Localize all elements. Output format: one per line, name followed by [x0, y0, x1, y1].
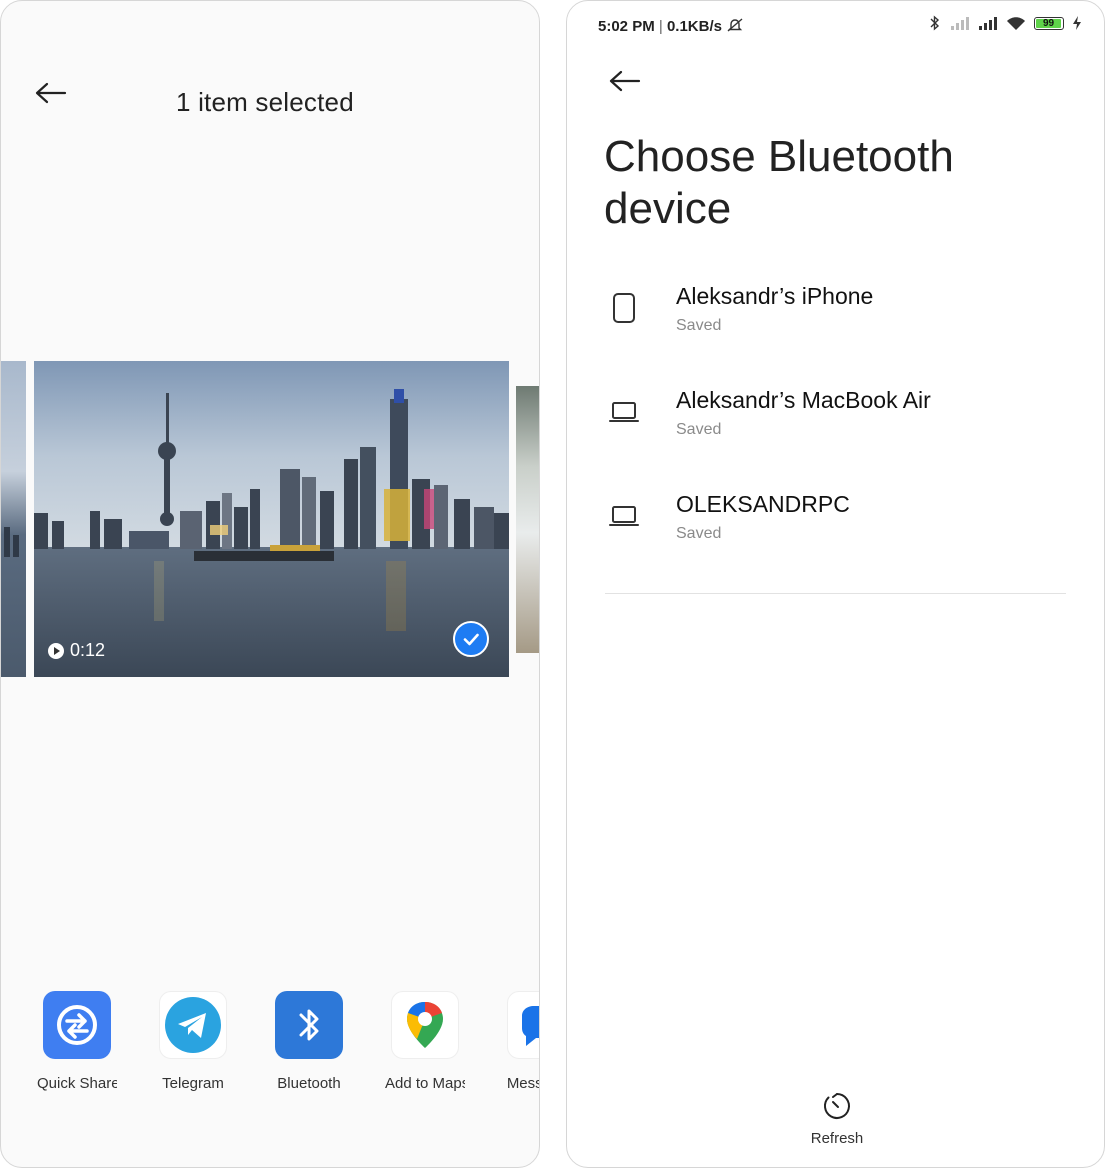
charging-icon	[1073, 16, 1081, 30]
google-maps-icon	[391, 991, 459, 1059]
device-status: Saved	[676, 525, 722, 542]
share-app-quick-share[interactable]: Quick Share	[27, 991, 127, 1092]
duration-text: 0:12	[70, 640, 106, 660]
back-button[interactable]	[607, 67, 643, 95]
status-time: 5:02 PM	[598, 18, 655, 35]
telegram-icon	[159, 991, 227, 1059]
status-bar: 5:02 PM | 0.1KB/s 99	[567, 1, 1104, 51]
refresh-label: Refresh	[810, 1130, 864, 1147]
checkmark-icon	[463, 633, 479, 646]
laptop-icon	[609, 506, 639, 526]
city-skyline-image	[34, 361, 509, 677]
device-item-macbook-air[interactable]: Aleksandr’s MacBook Air Saved	[567, 381, 1104, 461]
phone-icon	[613, 293, 635, 323]
previous-media-thumbnail[interactable]	[1, 361, 26, 677]
device-item-oleksandrpc[interactable]: OLEKSANDRPC Saved	[567, 485, 1104, 565]
device-name: Aleksandr’s MacBook Air	[676, 387, 931, 413]
status-right: 99	[928, 15, 1082, 31]
refresh-button[interactable]: Refresh	[787, 1091, 887, 1147]
device-name: Aleksandr’s iPhone	[676, 283, 874, 309]
laptop-icon	[609, 402, 639, 422]
back-arrow-icon	[609, 70, 641, 92]
quick-share-icon	[43, 991, 111, 1059]
wifi-icon	[1007, 16, 1025, 30]
share-screen: 1 item selected 0:12 Quick Share Telegra…	[0, 0, 540, 1168]
app-label: Telegram	[162, 1075, 224, 1092]
back-arrow-icon	[35, 82, 67, 104]
share-app-telegram[interactable]: Telegram	[143, 991, 243, 1092]
app-label: Messages	[506, 1075, 540, 1092]
device-status: Saved	[676, 421, 722, 438]
share-app-bluetooth[interactable]: Bluetooth	[259, 991, 359, 1092]
bluetooth-status-icon	[930, 15, 940, 31]
app-label: Bluetooth	[277, 1075, 341, 1092]
status-left: 5:02 PM | 0.1KB/s	[598, 17, 744, 35]
back-button[interactable]	[33, 79, 69, 107]
messages-icon	[507, 991, 539, 1059]
share-app-messages[interactable]: Messages	[491, 991, 540, 1092]
network-speed: 0.1KB/s	[666, 18, 722, 35]
share-apps-row: Quick Share Telegram Bluetooth Add to Ma…	[1, 991, 540, 1101]
play-icon	[48, 642, 64, 659]
signal-icon	[979, 17, 997, 30]
bluetooth-screen: 5:02 PM | 0.1KB/s 99 Choose Bluetooth de…	[566, 0, 1105, 1168]
selected-checkmark[interactable]	[453, 621, 489, 657]
next-media-thumbnail[interactable]	[516, 386, 539, 653]
mute-icon	[727, 18, 743, 32]
list-divider	[605, 593, 1066, 594]
selected-video-thumbnail[interactable]: 0:12	[34, 361, 509, 677]
bluetooth-icon	[275, 991, 343, 1059]
video-duration: 0:12	[48, 640, 105, 661]
share-app-add-to-maps[interactable]: Add to Maps	[375, 991, 475, 1092]
app-label: Quick Share	[37, 1075, 117, 1092]
battery-icon: 99	[1034, 16, 1064, 30]
device-status: Saved	[676, 317, 722, 334]
page-title: Choose Bluetooth device	[604, 132, 954, 233]
refresh-icon	[824, 1093, 850, 1119]
app-label: Add to Maps	[385, 1075, 465, 1092]
device-item-iphone[interactable]: Aleksandr’s iPhone Saved	[567, 277, 1104, 357]
signal-icon-inactive	[951, 17, 969, 30]
page-title: 1 item selected	[176, 87, 354, 117]
device-name: OLEKSANDRPC	[676, 491, 850, 517]
battery-level: 99	[1036, 18, 1061, 29]
